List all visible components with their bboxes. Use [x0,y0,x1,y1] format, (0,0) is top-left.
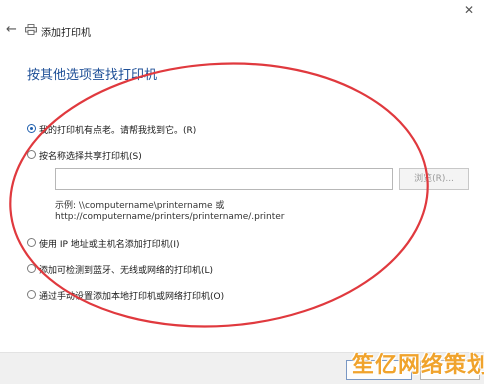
option-manual-setup-label[interactable]: 通过手动设置添加本地打印机或网络打印机(O) [39,289,224,302]
radio-bluetooth-wireless[interactable] [27,264,36,273]
option-bluetooth-wireless-label[interactable]: 添加可检测到蓝牙、无线或网络的打印机(L) [39,263,213,276]
example-text-line2: http://computername/printers/printername… [55,212,285,222]
browse-button[interactable]: 浏览(R)... [399,168,469,190]
window-title: 添加打印机 [41,28,91,39]
option-shared-printer-label[interactable]: 按名称选择共享打印机(S) [39,149,142,162]
printer-icon [25,24,37,35]
option-old-printer-label[interactable]: 我的打印机有点老。请帮我找到它。(R) [39,123,196,136]
shared-printer-name-input[interactable] [55,168,393,190]
watermark: 笙亿网络策划 [352,353,484,378]
radio-old-printer[interactable] [27,124,36,133]
radio-ip-address[interactable] [27,238,36,247]
page-heading: 按其他选项查找打印机 [27,68,158,83]
annotation-circle [9,62,429,328]
radio-shared-printer[interactable] [27,150,36,159]
close-icon[interactable]: ✕ [464,3,474,17]
option-ip-address-label[interactable]: 使用 IP 地址或主机名添加打印机(I) [39,237,179,250]
back-arrow-icon[interactable]: ← [6,22,17,37]
radio-manual-setup[interactable] [27,290,36,299]
example-text-line1: 示例: \\computername\printername 或 [55,201,225,211]
